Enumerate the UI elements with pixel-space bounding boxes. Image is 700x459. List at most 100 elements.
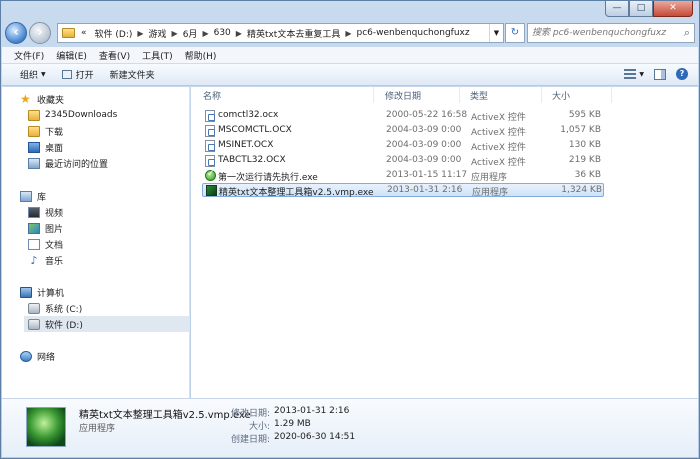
search-icon[interactable]: ⌕ bbox=[684, 26, 690, 40]
nav-label: 音乐 bbox=[45, 256, 64, 267]
file-list[interactable]: 名称 修改日期 类型 大小 comctl32.ocx 2000-05-22 16… bbox=[191, 87, 698, 398]
file-row[interactable]: MSINET.OCX 2004-03-09 0:00 ActiveX 控件 13… bbox=[202, 139, 604, 153]
chevron-right-icon[interactable]: ▶ bbox=[235, 29, 243, 38]
column-header-name[interactable]: 名称 bbox=[193, 87, 374, 103]
view-controls: ▼ ? bbox=[624, 68, 688, 80]
chevron-right-icon[interactable]: ▶ bbox=[201, 29, 209, 38]
picture-icon bbox=[28, 222, 40, 234]
nav-libraries[interactable]: 库 bbox=[20, 188, 46, 204]
nav-label: 库 bbox=[37, 192, 47, 203]
menu-edit[interactable]: 编辑(E) bbox=[50, 49, 93, 62]
address-bar[interactable]: « 软件 (D:) ▶ 游戏 ▶ 6月 ▶ 630 ▶ 精英txt文本去重复工具… bbox=[57, 23, 504, 43]
recent-places-icon bbox=[28, 157, 40, 169]
open-button[interactable]: 打开 bbox=[54, 68, 102, 81]
download-folder-icon bbox=[28, 125, 40, 137]
column-header-type[interactable]: 类型 bbox=[460, 87, 542, 103]
nav-item-downloads[interactable]: 下载 bbox=[28, 123, 63, 139]
change-view-button[interactable]: ▼ bbox=[624, 69, 644, 79]
nav-favorites[interactable]: ★ 收藏夹 bbox=[20, 91, 64, 107]
file-date: 2000-05-22 16:58 bbox=[386, 110, 468, 120]
details-created-value: 2020-06-30 14:51 bbox=[274, 432, 356, 442]
file-row-selected[interactable]: 精英txt文本整理工具箱v2.5.vmp.exe 2013-01-31 2:16… bbox=[202, 183, 604, 198]
nav-network[interactable]: 网络 bbox=[20, 348, 55, 364]
file-name: comctl32.ocx bbox=[218, 110, 279, 120]
chevron-down-icon[interactable]: ▼ bbox=[489, 24, 503, 42]
details-created-label: 创建日期: bbox=[230, 435, 270, 445]
breadcrumb-tool-folder[interactable]: 精英txt文本去重复工具 bbox=[243, 27, 344, 40]
column-header-size[interactable]: 大小 bbox=[542, 87, 612, 103]
chevron-right-icon[interactable]: ▶ bbox=[344, 29, 352, 38]
search-input[interactable] bbox=[528, 24, 673, 42]
minimize-button[interactable]: — bbox=[605, 1, 629, 17]
file-size: 36 KB bbox=[574, 170, 601, 180]
nav-label: 软件 (D:) bbox=[45, 320, 83, 331]
refresh-button[interactable]: ↻ bbox=[505, 23, 525, 43]
details-modified-value: 2013-01-31 2:16 bbox=[274, 406, 350, 416]
star-icon: ★ bbox=[20, 91, 31, 106]
file-row[interactable]: MSCOMCTL.OCX 2004-03-09 0:00 ActiveX 控件 … bbox=[202, 124, 604, 138]
search-box[interactable]: ⌕ bbox=[527, 23, 695, 43]
preview-pane-icon[interactable] bbox=[654, 68, 666, 80]
column-header-date[interactable]: 修改日期 bbox=[375, 87, 460, 103]
nav-item-documents[interactable]: 文档 bbox=[28, 236, 63, 252]
nav-computer[interactable]: 计算机 bbox=[20, 284, 64, 300]
menu-view[interactable]: 查看(V) bbox=[93, 49, 136, 62]
explorer-window: — □ ✕ ‹ › « 软件 (D:) ▶ 游戏 ▶ 6月 ▶ 630 ▶ 精英… bbox=[0, 0, 700, 459]
file-date: 2013-01-31 2:16 bbox=[387, 185, 463, 195]
network-icon bbox=[20, 350, 32, 362]
nav-item-music[interactable]: ♪ 音乐 bbox=[28, 252, 63, 268]
menu-help[interactable]: 帮助(H) bbox=[179, 49, 223, 62]
new-folder-button[interactable]: 新建文件夹 bbox=[102, 68, 163, 81]
file-type: ActiveX 控件 bbox=[471, 158, 526, 168]
breadcrumb-drive-d[interactable]: 软件 (D:) bbox=[91, 27, 137, 40]
breadcrumb-overflow[interactable]: « bbox=[77, 28, 91, 38]
file-row[interactable]: 第一次运行请先执行.exe 2013-01-15 11:17 应用程序 36 K… bbox=[202, 169, 604, 183]
view-icon bbox=[624, 69, 637, 79]
column-label: 类型 bbox=[470, 91, 489, 102]
organize-label: 组织 bbox=[20, 71, 39, 81]
drive-icon bbox=[28, 302, 40, 314]
file-type: ActiveX 控件 bbox=[471, 143, 526, 153]
nav-item-drive-c[interactable]: 系统 (C:) bbox=[28, 300, 82, 316]
file-row[interactable]: TABCTL32.OCX 2004-03-09 0:00 ActiveX 控件 … bbox=[202, 154, 604, 168]
desktop-icon bbox=[28, 141, 40, 153]
file-date: 2004-03-09 0:00 bbox=[386, 140, 462, 150]
chevron-right-icon[interactable]: ▶ bbox=[136, 29, 144, 38]
breadcrumb-june[interactable]: 6月 bbox=[179, 27, 202, 40]
document-icon bbox=[28, 238, 40, 250]
folder-icon bbox=[62, 28, 75, 38]
menu-tools[interactable]: 工具(T) bbox=[136, 49, 179, 62]
chevron-right-icon[interactable]: ▶ bbox=[171, 29, 179, 38]
breadcrumb-current[interactable]: pc6-wenbenquchongfuxz bbox=[352, 28, 473, 38]
organize-button[interactable]: 组织 ▼ bbox=[12, 68, 54, 81]
refresh-icon: ↻ bbox=[510, 27, 520, 38]
nav-label: 文档 bbox=[45, 240, 64, 251]
help-icon[interactable]: ? bbox=[676, 68, 688, 80]
navigation-pane[interactable]: ★ 收藏夹 2345Downloads 下载 桌面 最近访问的位置 库 视频 图片… bbox=[2, 87, 190, 398]
command-bar: 组织 ▼ 打开 新建文件夹 ▼ ? bbox=[2, 64, 698, 86]
maximize-button[interactable]: □ bbox=[629, 1, 653, 17]
activex-file-icon bbox=[205, 125, 215, 137]
details-pane: 精英txt文本整理工具箱v2.5.vmp.exe 应用程序 修改日期: 2013… bbox=[2, 398, 698, 457]
nav-item-pictures[interactable]: 图片 bbox=[28, 220, 63, 236]
forward-button[interactable]: › bbox=[29, 22, 51, 44]
caption-buttons: — □ ✕ bbox=[605, 1, 693, 17]
file-name: MSINET.OCX bbox=[218, 140, 274, 150]
file-size: 1,057 KB bbox=[560, 125, 601, 135]
file-type: 应用程序 bbox=[471, 173, 508, 183]
back-button[interactable]: ‹ bbox=[5, 22, 27, 44]
nav-label: 网络 bbox=[37, 352, 56, 363]
close-button[interactable]: ✕ bbox=[653, 1, 693, 17]
nav-item-recent-places[interactable]: 最近访问的位置 bbox=[28, 155, 108, 171]
breadcrumb-games[interactable]: 游戏 bbox=[145, 27, 171, 40]
menu-bar: 文件(F) 编辑(E) 查看(V) 工具(T) 帮助(H) bbox=[2, 47, 698, 64]
nav-item-2345downloads[interactable]: 2345Downloads bbox=[28, 107, 117, 123]
nav-item-videos[interactable]: 视频 bbox=[28, 204, 63, 220]
breadcrumb-630[interactable]: 630 bbox=[210, 28, 235, 38]
menu-file[interactable]: 文件(F) bbox=[8, 49, 50, 62]
column-label: 名称 bbox=[203, 91, 222, 102]
nav-item-drive-d[interactable]: 软件 (D:) bbox=[24, 316, 190, 332]
file-row[interactable]: comctl32.ocx 2000-05-22 16:58 ActiveX 控件… bbox=[202, 109, 604, 123]
nav-item-desktop[interactable]: 桌面 bbox=[28, 139, 63, 155]
nav-label: 视频 bbox=[45, 208, 64, 219]
